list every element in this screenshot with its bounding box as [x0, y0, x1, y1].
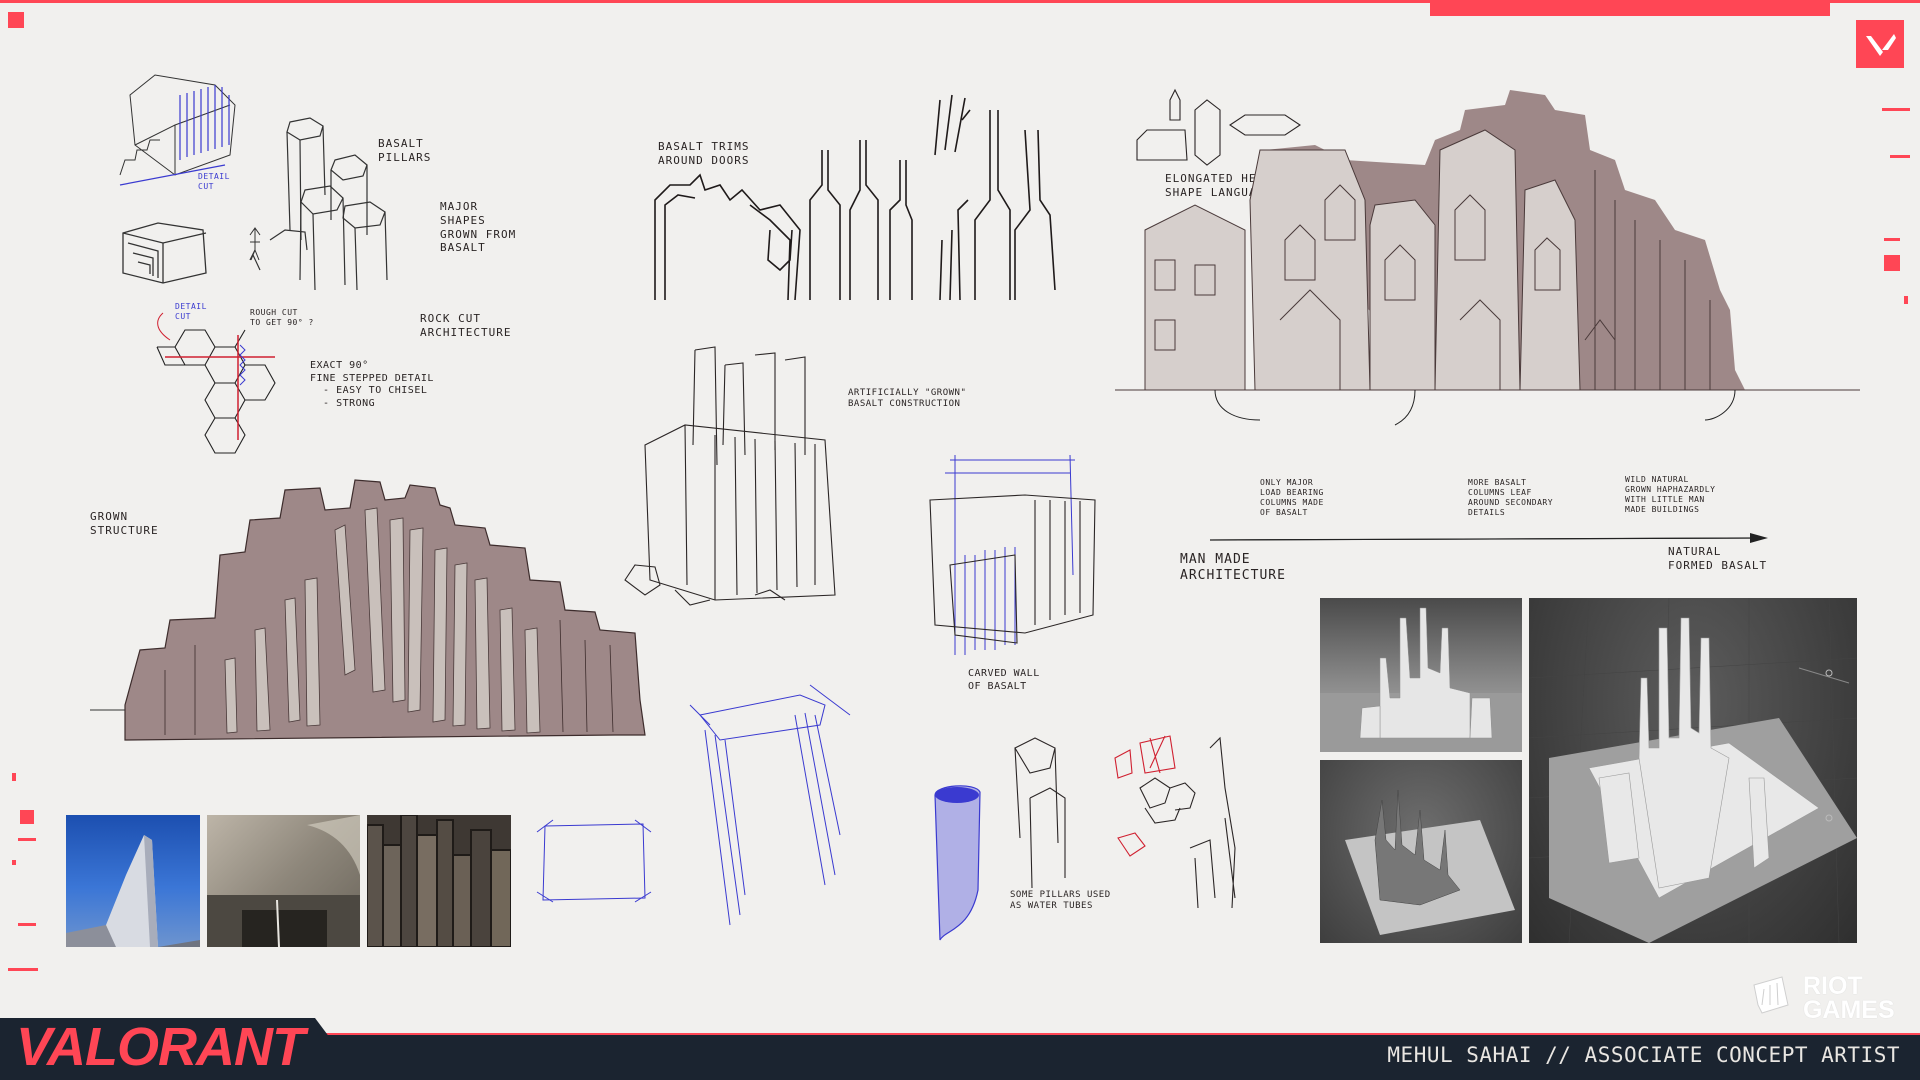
note-detail-cut-left: DETAIL CUT [175, 302, 207, 321]
door-trims-sketch [654, 94, 1056, 301]
note-basalt-pillars: BASALT PILLARS [378, 137, 432, 164]
corner-square [8, 12, 24, 28]
note-detail-cut-top: DETAIL CUT [198, 172, 230, 191]
note-major-shapes: MAJOR SHAPES GROWN FROM BASALT [440, 200, 517, 255]
blockout-render-large [1529, 598, 1857, 943]
grown-structure-painting [90, 479, 646, 741]
hex-grid-sketch [156, 312, 276, 454]
basalt-columns-photo [367, 815, 511, 947]
church-tower-photo [66, 815, 200, 947]
riot-games-logo: RIOT GAMES [1752, 974, 1895, 1024]
note-exact-90: EXACT 90° FINE STEPPED DETAIL - EASY TO … [310, 360, 434, 409]
edge-tick [20, 810, 34, 824]
edge-tick [1890, 155, 1910, 158]
doorway-arch-sketch [689, 684, 851, 926]
edge-tick [1882, 108, 1910, 111]
pillar-variations-sketch [1014, 735, 1236, 909]
note-carved-wall: CARVED WALL OF BASALT [968, 668, 1040, 692]
castle-elevation-painting [1115, 90, 1860, 541]
edge-tick [12, 860, 16, 865]
top-accent-bar [1430, 0, 1830, 16]
artificial-basalt-sketch [624, 346, 836, 606]
edge-tick [18, 923, 36, 926]
water-tube-pillar-sketch [934, 785, 981, 941]
blockout-render-dark [1320, 760, 1522, 943]
note-man-made: MAN MADE ARCHITECTURE [1180, 552, 1286, 584]
note-rough-cut: ROUGH CUT TO GET 90° ? [250, 308, 314, 327]
carved-wall-sketch [929, 454, 1096, 655]
edge-tick [1904, 296, 1908, 304]
note-more-basalt: MORE BASALT COLUMNS LEAF AROUND SECONDAR… [1468, 478, 1554, 517]
games-word: GAMES [1802, 995, 1895, 1024]
edge-tick [8, 968, 38, 971]
blockout-render-sky [1320, 598, 1522, 752]
stepped-block-sketch [122, 222, 207, 284]
window-frame-sketch [536, 819, 652, 903]
valorant-v-icon [1856, 20, 1904, 68]
note-naturally-formed: NATURAL FORMED BASALT [1668, 545, 1768, 572]
edge-tick [1884, 238, 1900, 241]
valorant-logo: VALORANT [16, 1017, 305, 1077]
note-rock-cut: ROCK CUT ARCHITECTURE [420, 312, 512, 339]
edge-tick [1884, 255, 1900, 271]
concrete-wall-photo [207, 815, 360, 947]
note-wild-natural: WILD NATURAL GROWN HAPHAZARDLY WITH LITT… [1625, 475, 1716, 514]
artist-credit: MEHUL SAHAI // ASSOCIATE CONCEPT ARTIST [1387, 1043, 1900, 1067]
riot-fist-icon [1753, 976, 1789, 1014]
edge-tick [18, 838, 36, 841]
note-only-major: ONLY MAJOR LOAD BEARING COLUMNS MADE OF … [1260, 478, 1324, 517]
edge-tick [12, 773, 16, 781]
